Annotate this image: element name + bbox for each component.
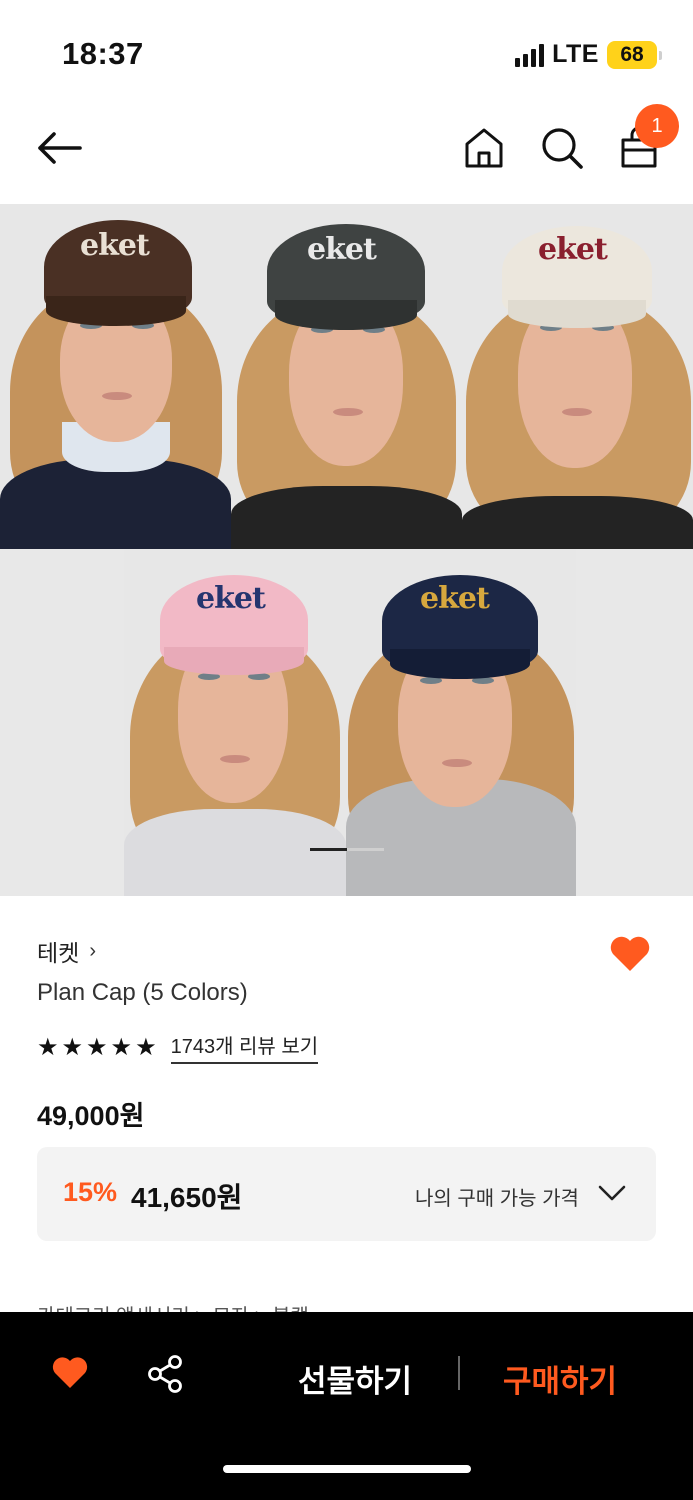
- buy-button[interactable]: 구매하기: [503, 1356, 617, 1401]
- product-photo-gray: eket: [231, 204, 462, 549]
- status-indicators: LTE 68: [515, 40, 662, 69]
- home-icon[interactable]: [464, 126, 504, 170]
- chevron-down-icon: [598, 1185, 626, 1201]
- category-breadcrumb: 카테고리 액세서리 > 모자 > 볼캡: [37, 1300, 309, 1312]
- sale-price: 41,650원: [131, 1182, 243, 1213]
- search-icon[interactable]: [540, 126, 584, 170]
- status-bar: 18:37 LTE 68: [0, 0, 693, 100]
- wishlist-heart-icon[interactable]: [51, 1354, 89, 1390]
- signal-icon: [515, 43, 545, 67]
- product-photo-pink: eket: [124, 549, 346, 896]
- divider: [458, 1356, 460, 1390]
- top-navigation: [0, 100, 693, 204]
- brand-name: 테켓: [37, 940, 80, 966]
- network-label: LTE: [552, 40, 599, 68]
- review-link[interactable]: 1743개 리뷰 보기: [170, 1030, 319, 1064]
- rating-row: ★ ★ ★ ★ ★ 1743개 리뷰 보기: [37, 1030, 319, 1064]
- star-icon: ★: [61, 1033, 84, 1061]
- star-icon: ★: [135, 1033, 157, 1061]
- product-photo-brown: eket: [0, 204, 231, 549]
- chevron-right-icon: ›: [89, 939, 96, 962]
- my-price-box[interactable]: 15% 41,650원 나의 구매 가능 가격: [37, 1147, 656, 1241]
- star-icon: ★: [86, 1033, 108, 1061]
- discount-rate: 15%: [63, 1177, 118, 1207]
- back-arrow-icon[interactable]: [36, 128, 82, 168]
- battery-icon: 68: [607, 40, 662, 69]
- home-indicator[interactable]: [223, 1465, 471, 1473]
- status-time: 18:37: [62, 36, 144, 71]
- gift-button[interactable]: 선물하기: [298, 1356, 412, 1401]
- product-photo-cream: eket: [462, 204, 693, 549]
- brand-logo: eket: [420, 581, 490, 616]
- original-price: 49,000원: [37, 1101, 145, 1131]
- cart-count-badge: 1: [635, 104, 679, 148]
- product-name: Plan Cap (5 Colors): [37, 979, 248, 1006]
- brand-link[interactable]: 테켓 ›: [37, 934, 96, 968]
- brand-logo: eket: [196, 581, 266, 616]
- bottom-action-bar: 선물하기 구매하기: [0, 1312, 693, 1500]
- star-icon: ★: [37, 1033, 59, 1061]
- wishlist-heart-icon[interactable]: [608, 933, 652, 973]
- brand-logo: eket: [538, 232, 608, 267]
- gallery-page-indicator: [310, 848, 384, 851]
- my-price-label: 나의 구매 가능 가격: [415, 1188, 579, 1210]
- star-rating: ★ ★ ★ ★ ★: [37, 1033, 157, 1062]
- brand-logo: eket: [80, 228, 150, 263]
- share-icon[interactable]: [147, 1355, 183, 1393]
- brand-logo: eket: [307, 232, 377, 267]
- star-icon: ★: [110, 1033, 133, 1061]
- product-image-gallery[interactable]: eket eket eket eket eket: [0, 204, 693, 896]
- gallery-page-indicator-active: [310, 848, 347, 851]
- product-photo-navy: eket: [346, 549, 576, 896]
